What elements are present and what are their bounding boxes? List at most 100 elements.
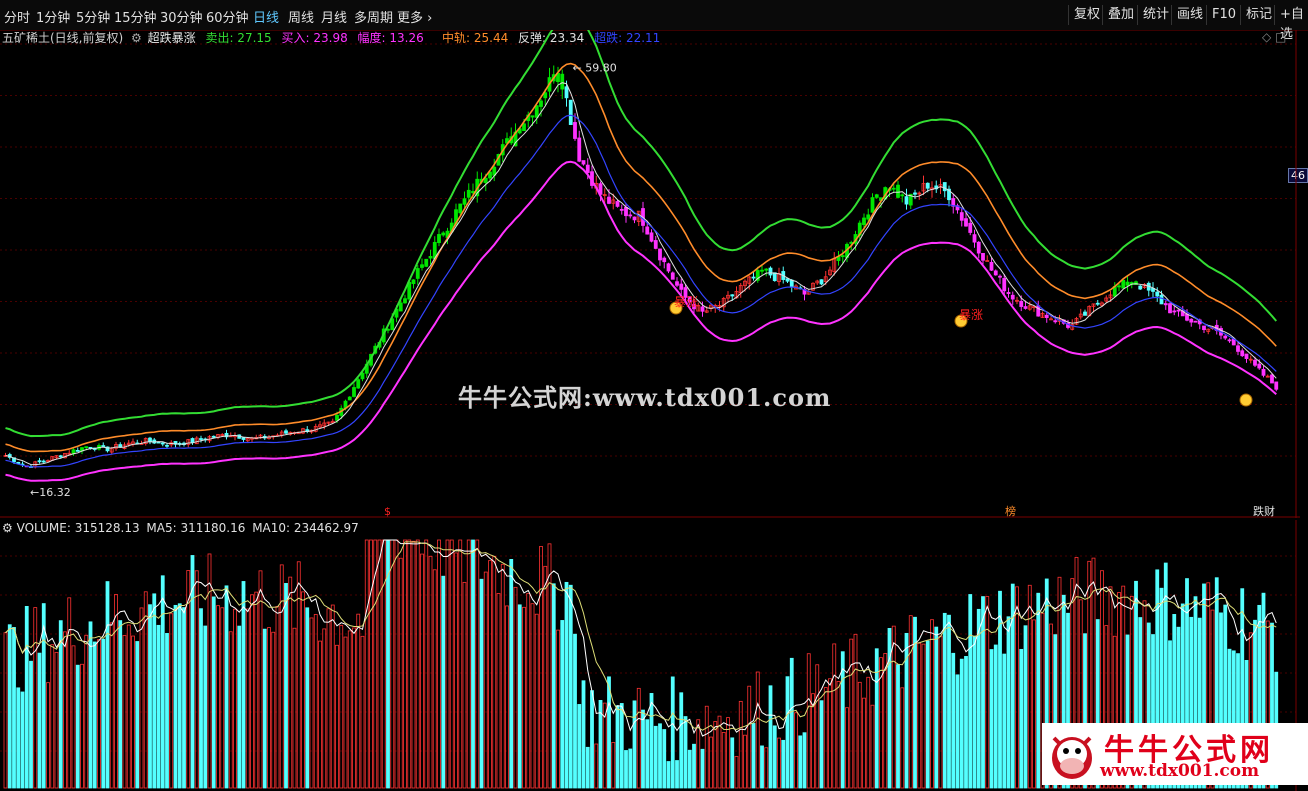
candle-body — [564, 86, 569, 99]
volume-bar — [309, 617, 314, 789]
candle-body — [619, 208, 624, 211]
candle-body — [530, 115, 535, 118]
candle-body — [1274, 381, 1279, 390]
volume-bar — [959, 658, 964, 789]
volume-bar — [177, 603, 182, 789]
watermark-text: 牛牛公式网:www.tdx001.com — [458, 383, 832, 412]
volume-bar — [845, 707, 849, 789]
volume-bar — [738, 700, 743, 789]
volume-bar — [645, 719, 650, 789]
candle-body — [1236, 345, 1240, 352]
volume-bar — [526, 593, 531, 789]
volume-bar — [921, 643, 926, 789]
candle-body — [1240, 350, 1245, 357]
candle-body — [675, 281, 679, 286]
tab-15min[interactable]: 15分钟 — [114, 7, 157, 26]
volume-bar — [734, 756, 739, 789]
candle-body — [75, 449, 80, 452]
candle-body — [1227, 339, 1232, 342]
candle-body — [993, 270, 998, 276]
volume-bar — [1002, 653, 1007, 789]
volume-bar — [649, 693, 654, 789]
tab-60min[interactable]: 60分钟 — [206, 7, 249, 26]
volume-bar — [658, 723, 662, 789]
volume-bar — [20, 691, 25, 789]
tab-5min[interactable]: 5分钟 — [76, 7, 110, 26]
volume-bar — [764, 747, 769, 789]
volume-bar — [16, 687, 21, 789]
volume-bar — [543, 565, 548, 789]
volume-bar — [581, 680, 586, 789]
stats-button[interactable]: 统计 — [1137, 5, 1174, 25]
tab-30min[interactable]: 30分钟 — [160, 7, 203, 26]
volume-bar — [573, 633, 577, 789]
add-favorite-button[interactable]: +自选 — [1274, 5, 1308, 42]
candle-body — [539, 100, 543, 107]
volume-bar — [339, 624, 344, 789]
volume-bar — [998, 590, 1002, 789]
candle-body — [534, 105, 539, 118]
volume-bar — [530, 603, 535, 789]
volume-bar — [1027, 584, 1032, 789]
volume-bar — [666, 761, 671, 789]
volume-bar — [619, 703, 624, 789]
volume-bar — [156, 624, 161, 789]
candlestick-chart[interactable]: ← 59.80←16.32暴涨暴涨$ 榜跌财 — [0, 30, 1300, 518]
volume-bar — [109, 622, 114, 789]
tab-monthly[interactable]: 月线 — [321, 7, 347, 26]
volume-bar — [628, 748, 633, 789]
tab-weekly[interactable]: 周线 — [288, 7, 314, 26]
volume-bar — [479, 578, 484, 789]
f10-button[interactable]: F10 — [1206, 5, 1241, 25]
volume-bar — [169, 613, 174, 789]
volume-bar — [58, 620, 63, 789]
volume-bar — [118, 620, 123, 789]
candle-body — [658, 248, 662, 261]
volume-bar — [636, 687, 641, 789]
draw-button[interactable]: 画线 — [1171, 5, 1208, 25]
tab-fenshi[interactable]: 分时 — [4, 7, 30, 26]
tab-more[interactable]: 更多 › — [397, 7, 432, 26]
volume-bar — [233, 608, 237, 789]
overlay-button[interactable]: 叠加 — [1102, 5, 1139, 25]
volume-bar — [955, 674, 960, 789]
candle-body — [101, 445, 106, 447]
tab-1min[interactable]: 1分钟 — [36, 7, 70, 26]
volume-bar — [874, 648, 879, 789]
volume-bar — [832, 643, 837, 789]
volume-bar — [747, 685, 752, 789]
volume-bar — [866, 676, 871, 789]
volume-bar — [755, 671, 760, 789]
volume-bar — [857, 681, 862, 789]
candle-body — [751, 276, 756, 279]
surge-label: 暴涨 — [959, 307, 983, 322]
volume-bar — [37, 652, 42, 789]
fuquan-button[interactable]: 复权 — [1068, 5, 1105, 25]
candle-body — [356, 379, 361, 389]
volume-bar — [165, 633, 169, 789]
mark-button[interactable]: 标记 — [1240, 5, 1277, 25]
tab-daily[interactable]: 日线 — [253, 7, 279, 26]
candle-body — [1095, 302, 1100, 305]
tab-multi-period[interactable]: 多周期 — [354, 7, 393, 26]
candle-body — [1155, 291, 1160, 297]
candle-body — [632, 216, 637, 221]
candle-body — [968, 222, 973, 233]
candle-body — [972, 234, 977, 243]
candle-body — [577, 137, 582, 162]
candle-body — [662, 257, 667, 263]
candle-body — [1172, 310, 1177, 313]
candle-body — [428, 256, 433, 259]
volume-bar — [964, 656, 968, 789]
volume-bar — [182, 607, 186, 789]
candle-body — [900, 194, 905, 197]
volume-bar — [224, 585, 229, 789]
volume-bar — [207, 553, 212, 789]
volume-bar — [135, 641, 140, 789]
volume-bar — [607, 676, 611, 789]
volume-bar — [250, 594, 254, 789]
candle-body — [989, 261, 994, 271]
candle-body — [874, 194, 879, 198]
candle-body — [653, 240, 658, 249]
candle-body — [645, 226, 650, 235]
